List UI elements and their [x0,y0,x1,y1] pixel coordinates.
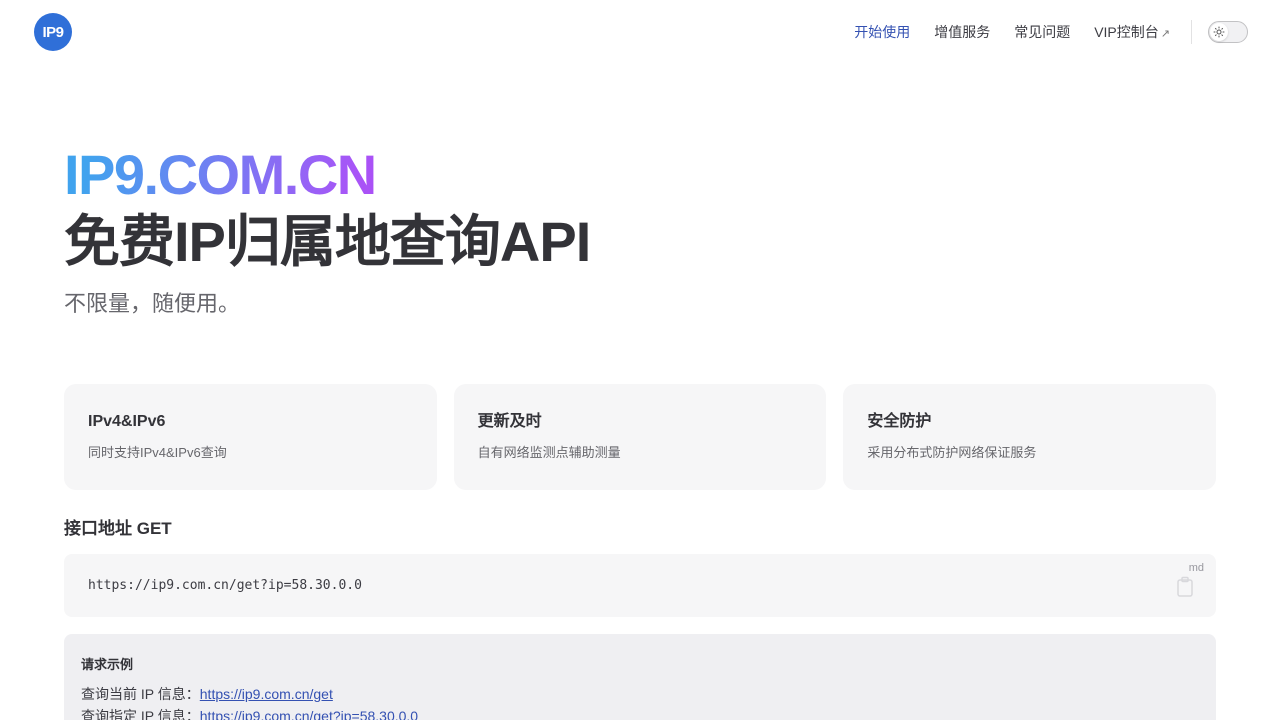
top-navbar: IP9 开始使用 增值服务 常见问题 VIP控制台 ↗ [0,0,1280,64]
feature-title: IPv4&IPv6 [88,413,166,430]
nav-links: 开始使用 增值服务 常见问题 VIP控制台 ↗ [854,0,1170,64]
feature-title: 更新及时 [477,413,542,430]
code-language-label: md [1188,562,1204,574]
example-link-specific-ip[interactable]: https://ip9.com.cn/get?ip=58.30.0.0 [200,708,418,720]
api-endpoint-heading: 接口地址 GET [64,519,172,538]
feature-desc: 同时支持IPv4&IPv6查询 [88,445,227,460]
request-example-title: 请求示例 [81,657,134,672]
example-row-specific-ip: 查询指定 IP 信息：https://ip9.com.cn/get?ip=58.… [81,705,1199,720]
feature-card-ipv4-ipv6: IPv4&IPv6 同时支持IPv4&IPv6查询 [64,384,437,490]
nav-link-vip-console[interactable]: VIP控制台 ↗ [1094,22,1170,42]
site-logo[interactable]: IP9 [34,13,72,51]
api-endpoint-url[interactable]: https://ip9.com.cn/get?ip=58.30.0.0 [88,578,362,593]
theme-toggle[interactable] [1208,21,1248,43]
logo-text: IP9 [42,23,64,41]
feature-card-security: 安全防护 采用分布式防护网络保证服务 [843,384,1217,490]
example-label: 查询指定 IP 信息： [81,708,200,720]
feature-card-timely-updates: 更新及时 自有网络监测点辅助测量 [453,384,827,490]
hero-section: IP9.COM.CN 免费IP归属地查询API 不限量，随便用。 [64,140,591,320]
feature-desc: 自有网络监测点辅助测量 [477,445,621,460]
feature-cards: IPv4&IPv6 同时支持IPv4&IPv6查询 更新及时 自有网络监测点辅助… [64,384,1217,490]
nav-divider [1191,20,1192,44]
hero-title: 免费IP归属地查询API [64,210,591,273]
example-link-current-ip[interactable]: https://ip9.com.cn/get [200,686,333,702]
vip-console-label: VIP控制台 [1094,24,1159,40]
api-code-block: https://ip9.com.cn/get?ip=58.30.0.0 md [64,554,1216,617]
nav-link-get-started[interactable]: 开始使用 [854,22,910,42]
example-label: 查询当前 IP 信息： [81,686,200,702]
example-row-current-ip: 查询当前 IP 信息：https://ip9.com.cn/get [81,683,1199,705]
feature-title: 安全防护 [867,413,932,430]
copy-icon[interactable] [1176,576,1194,598]
sun-icon [1210,23,1228,41]
request-example-box: 请求示例 查询当前 IP 信息：https://ip9.com.cn/get 查… [64,634,1216,720]
hero-tagline: 不限量，随便用。 [64,291,241,316]
nav-link-value-added-services[interactable]: 增值服务 [934,22,990,42]
feature-desc: 采用分布式防护网络保证服务 [867,445,1037,460]
hero-site-name: IP9.COM.CN [64,140,590,210]
external-link-icon: ↗ [1160,28,1170,40]
nav-link-faq[interactable]: 常见问题 [1014,22,1070,42]
